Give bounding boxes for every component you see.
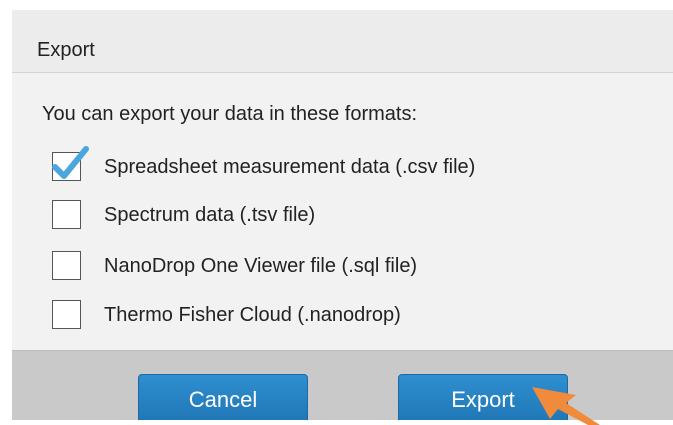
- arrow-pointer-icon: [532, 387, 600, 425]
- export-dialog: Export You can export your data in these…: [12, 10, 673, 420]
- checkbox-nanodrop[interactable]: [52, 300, 81, 329]
- option-label-nanodrop: Thermo Fisher Cloud (.nanodrop): [104, 304, 401, 326]
- dialog-title: Export: [37, 39, 95, 61]
- option-sql[interactable]: NanoDrop One Viewer file (.sql file): [52, 249, 612, 283]
- intro-text: You can export your data in these format…: [42, 103, 418, 125]
- checkbox-tsv[interactable]: [52, 200, 81, 229]
- checkbox-sql[interactable]: [52, 251, 81, 280]
- checkmark-icon: [52, 146, 89, 179]
- option-label-sql: NanoDrop One Viewer file (.sql file): [104, 255, 418, 277]
- checkbox-csv[interactable]: [52, 146, 89, 181]
- option-nanodrop[interactable]: Thermo Fisher Cloud (.nanodrop): [52, 298, 612, 332]
- option-csv[interactable]: Spreadsheet measurement data (.csv file): [52, 146, 612, 184]
- option-tsv[interactable]: Spectrum data (.tsv file): [52, 198, 612, 232]
- option-label-csv: Spreadsheet measurement data (.csv file): [104, 156, 476, 178]
- option-label-tsv: Spectrum data (.tsv file): [104, 204, 316, 226]
- cancel-button[interactable]: Cancel: [138, 374, 308, 420]
- dialog-header: Export: [12, 10, 673, 73]
